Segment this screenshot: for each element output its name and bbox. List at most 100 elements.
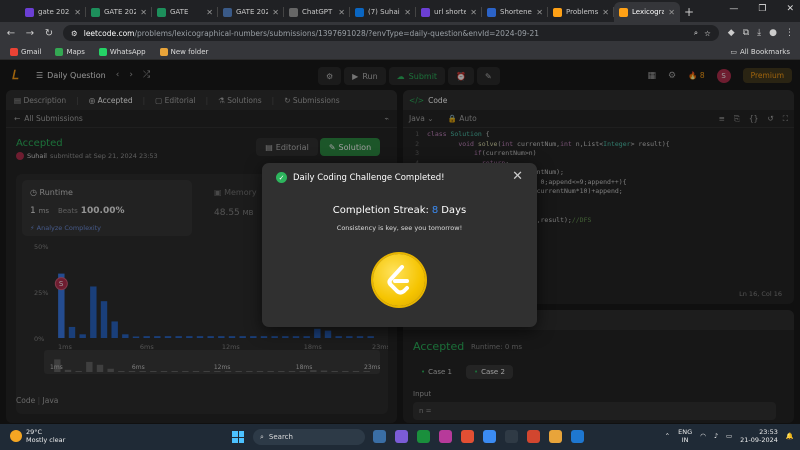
bookmark-icon xyxy=(55,47,64,56)
chevron-up-icon[interactable]: ⌃ xyxy=(665,432,670,440)
leetcode-coin-icon xyxy=(373,254,425,306)
bookmark-label: New folder xyxy=(170,47,209,56)
tab-close-icon[interactable]: ✕ xyxy=(206,8,213,17)
tab-title: Shortene xyxy=(500,8,532,16)
copilot-app-icon[interactable] xyxy=(373,430,386,443)
temperature: 29°C xyxy=(26,428,43,436)
tab-favicon-icon xyxy=(91,7,100,17)
tab-favicon-icon xyxy=(553,7,562,17)
bookmark-label: Gmail xyxy=(21,47,42,56)
close-icon[interactable]: ✕ xyxy=(512,169,523,184)
tab-title: GATE 2025 xyxy=(104,8,137,16)
new-tab-button[interactable]: + xyxy=(684,2,694,22)
date: 21-09-2024 xyxy=(740,436,778,444)
tab-close-icon[interactable]: ✕ xyxy=(140,8,147,17)
menu-icon[interactable]: ⋮ xyxy=(785,28,794,38)
check-circle-icon: ✓ xyxy=(276,172,287,183)
bookmark-item[interactable]: Maps xyxy=(55,47,85,56)
wifi-icon[interactable]: ◠ xyxy=(700,432,706,440)
browser-tab[interactable]: GATE 2025✕ xyxy=(86,2,152,22)
media-app-icon[interactable] xyxy=(439,430,452,443)
volume-icon[interactable]: ♪ xyxy=(714,432,718,440)
tab-close-icon[interactable]: ✕ xyxy=(470,8,477,17)
windows-start-icon[interactable] xyxy=(232,431,244,443)
profile-icon[interactable]: ● xyxy=(769,28,777,38)
tab-favicon-icon xyxy=(25,7,34,17)
forward-icon[interactable]: → xyxy=(25,28,35,39)
bookmark-icon xyxy=(98,47,107,56)
tab-close-icon[interactable]: ✕ xyxy=(404,8,411,17)
notification-icon[interactable]: 🔔 xyxy=(786,432,794,440)
streak-unit: Days xyxy=(441,205,467,216)
store-app-icon[interactable] xyxy=(395,430,408,443)
edge-app-icon[interactable] xyxy=(417,430,430,443)
challenge-complete-modal: ✓ Daily Coding Challenge Completed! ✕ Co… xyxy=(262,163,537,327)
language-indicator[interactable]: ENG IN xyxy=(678,428,692,444)
tab-close-icon[interactable]: ✕ xyxy=(272,8,279,17)
browser-tab[interactable]: Lexicograp✕ xyxy=(614,2,680,22)
tab-favicon-icon xyxy=(355,7,364,17)
browser-tab[interactable]: gate 2025 ✕ xyxy=(20,2,86,22)
browser-tab[interactable]: url shorten✕ xyxy=(416,2,482,22)
tab-close-icon[interactable]: ✕ xyxy=(668,8,675,17)
taskbar-search[interactable]: ⌕ Search xyxy=(253,429,365,445)
browser-tab[interactable]: ChatGPT ✕ xyxy=(284,2,350,22)
modal-message: Consistency is key, see you tomorrow! xyxy=(336,224,463,232)
browser-tab[interactable]: Shortene ✕ xyxy=(482,2,548,22)
chrome-app-icon[interactable] xyxy=(461,430,474,443)
modal-title-text: Daily Coding Challenge Completed! xyxy=(293,172,445,183)
browser-tab[interactable]: (7) Suhail ✕ xyxy=(350,2,416,22)
weather-desc: Mostly clear xyxy=(26,436,66,444)
browser-tabstrip: gate 2025✕GATE 2025✕GATE✕GATE 2024✕ChatG… xyxy=(0,0,800,22)
system-tray: ⌃ ENG IN ◠ ♪ ▭ 23:53 21-09-2024 🔔 xyxy=(665,428,794,444)
browser-tab[interactable]: GATE ✕ xyxy=(152,2,218,22)
maximize-icon[interactable]: ❐ xyxy=(758,4,766,14)
bookmark-item[interactable]: WhatsApp xyxy=(98,47,146,56)
time: 23:53 xyxy=(759,428,778,436)
zoom-icon[interactable]: ⌕ xyxy=(694,28,698,38)
brave-app-icon[interactable] xyxy=(527,430,540,443)
photos-app-icon[interactable] xyxy=(483,430,496,443)
url-path: /problems/lexicographical-numbers/submis… xyxy=(134,28,539,38)
bookmark-label: Maps xyxy=(66,47,85,56)
tab-favicon-icon xyxy=(619,7,628,17)
url-host: leetcode.com xyxy=(83,28,135,38)
download-icon[interactable]: ⤓ xyxy=(757,28,761,38)
window-controls: — ❐ ✕ xyxy=(729,4,794,14)
browser-tab[interactable]: Problems ✕ xyxy=(548,2,614,22)
tab-title: Lexicograp xyxy=(632,8,665,16)
bookmark-item[interactable]: Gmail xyxy=(10,47,42,56)
file-explorer-icon[interactable] xyxy=(549,430,562,443)
all-bookmarks[interactable]: ▭ All Bookmarks xyxy=(730,48,790,56)
browser-tab[interactable]: GATE 2024✕ xyxy=(218,2,284,22)
puzzle-icon[interactable]: ⧉ xyxy=(743,28,749,38)
tab-close-icon[interactable]: ✕ xyxy=(602,8,609,17)
completion-streak: Completion Streak: 8 Days xyxy=(262,205,537,216)
minimize-icon[interactable]: — xyxy=(729,4,738,14)
extension-icon[interactable]: ◆ xyxy=(728,28,735,38)
tab-close-icon[interactable]: ✕ xyxy=(536,8,543,17)
bookmark-label: WhatsApp xyxy=(109,47,146,56)
tab-favicon-icon xyxy=(487,7,496,17)
tab-close-icon[interactable]: ✕ xyxy=(338,8,345,17)
folder-icon: ▭ xyxy=(730,47,737,56)
tab-favicon-icon xyxy=(421,7,430,17)
back-icon[interactable]: ← xyxy=(6,28,16,39)
bookmarks-bar: Gmail Maps WhatsApp New folder ▭ All Bookma… xyxy=(0,44,800,60)
bookmark-item[interactable]: New folder xyxy=(159,47,209,56)
bookmark-star-icon[interactable]: ☆ xyxy=(704,29,711,38)
tab-favicon-icon xyxy=(223,7,232,17)
weather-widget[interactable]: 29°C Mostly clear xyxy=(10,428,65,444)
word-app-icon[interactable] xyxy=(571,430,584,443)
close-window-icon[interactable]: ✕ xyxy=(786,4,794,14)
vscode-app-icon[interactable] xyxy=(505,430,518,443)
tab-title: (7) Suhail xyxy=(368,8,401,16)
search-label: Search xyxy=(268,433,293,441)
address-bar[interactable]: ⚙ leetcode.com/problems/lexicographical-… xyxy=(63,25,719,41)
reload-icon[interactable]: ↻ xyxy=(44,28,54,39)
tab-close-icon[interactable]: ✕ xyxy=(74,8,81,17)
site-info-icon[interactable]: ⚙ xyxy=(71,29,78,38)
tab-favicon-icon xyxy=(289,7,298,17)
battery-icon[interactable]: ▭ xyxy=(726,432,732,440)
clock[interactable]: 23:53 21-09-2024 xyxy=(740,428,778,444)
